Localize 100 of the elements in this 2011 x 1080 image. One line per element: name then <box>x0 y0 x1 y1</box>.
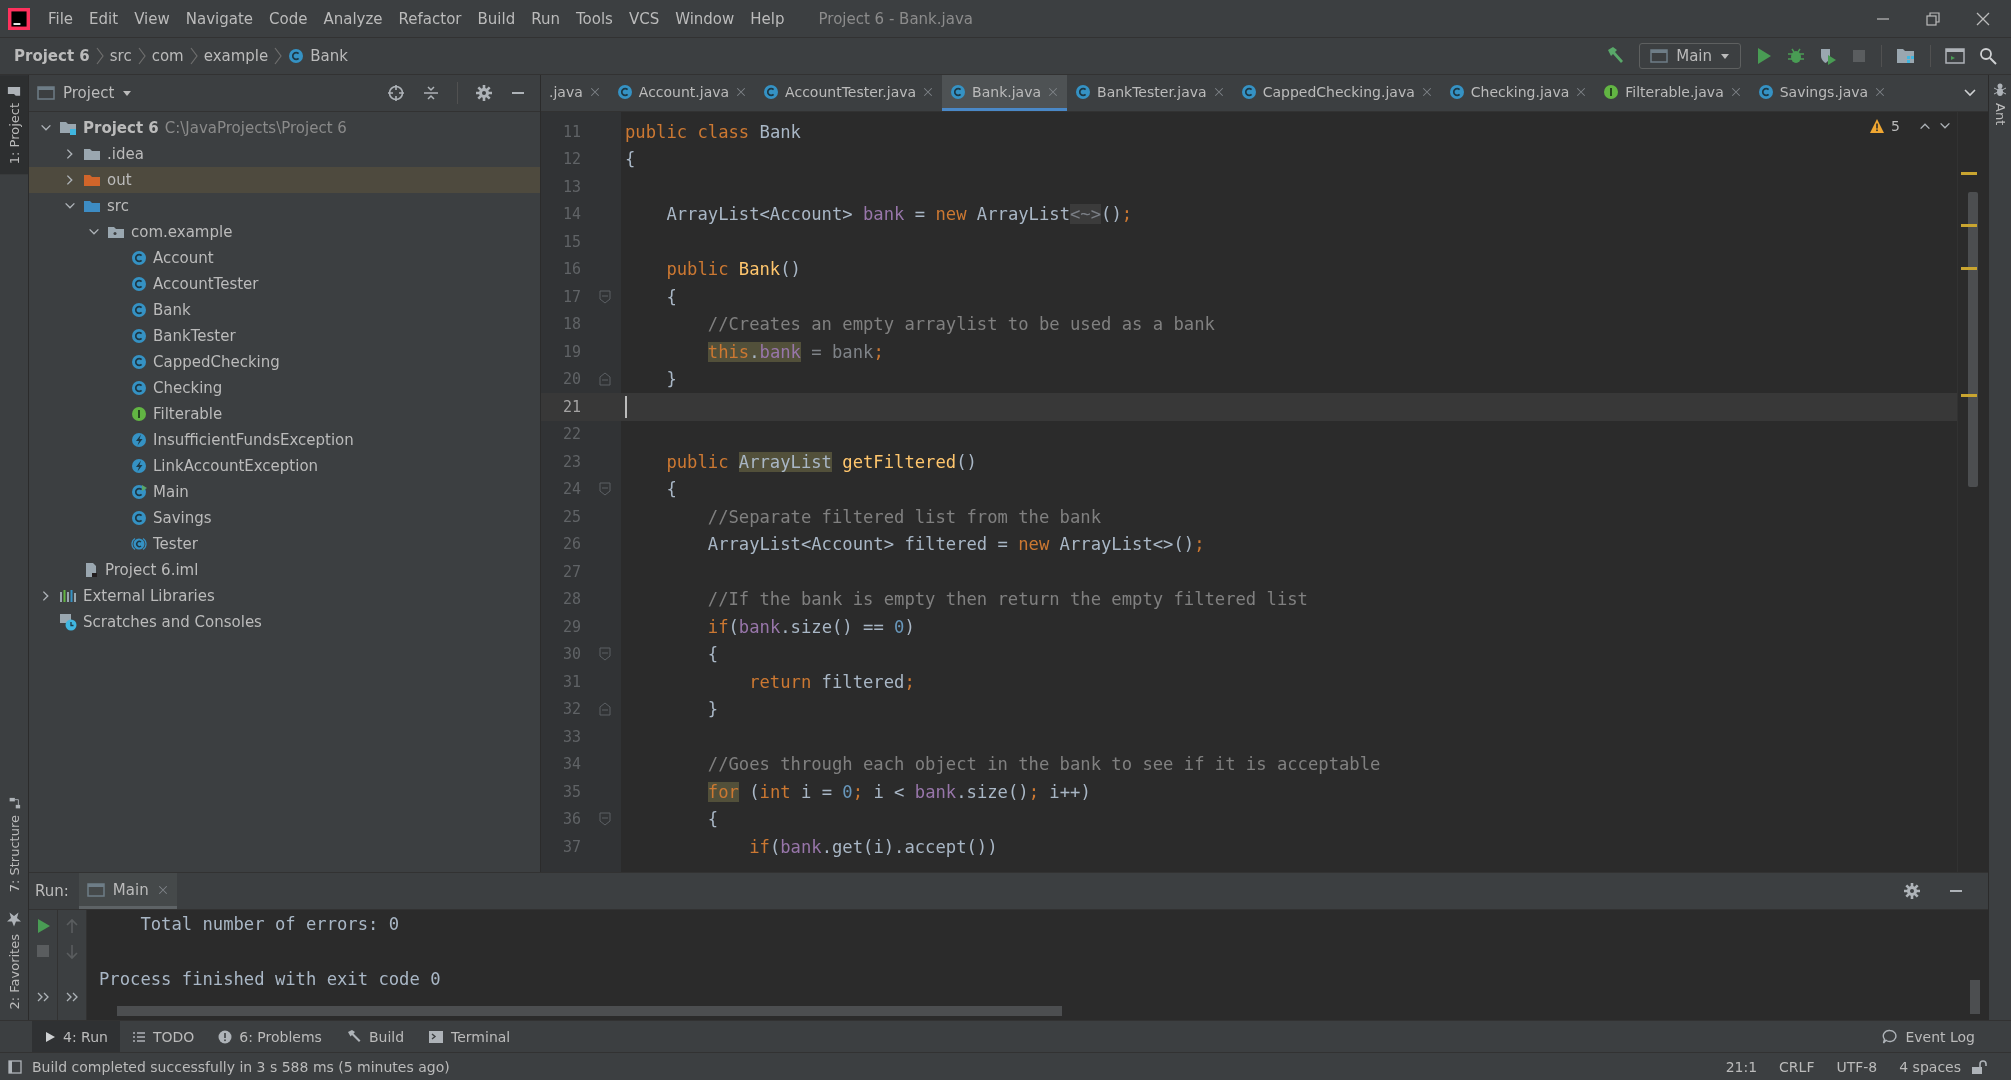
close-tab-icon[interactable] <box>1047 85 1060 98</box>
run-icon[interactable] <box>1755 47 1773 65</box>
tree-row[interactable]: CappedChecking <box>29 349 540 375</box>
event-log-button[interactable]: Event Log <box>1870 1021 1987 1052</box>
menu-item[interactable]: Help <box>742 9 793 28</box>
fold-marker-icon[interactable] <box>599 702 611 717</box>
tree-row[interactable]: LinkAccountException <box>29 453 540 479</box>
warning-icon[interactable] <box>1869 118 1886 134</box>
menu-item[interactable]: Run <box>523 9 568 28</box>
menu-item[interactable]: Code <box>261 9 316 28</box>
menu-item[interactable]: Analyze <box>315 9 391 28</box>
fold-marker-icon[interactable] <box>599 482 611 497</box>
run-configuration-dropdown[interactable]: Main <box>1639 43 1741 69</box>
tool-window-tab[interactable]: 4: Run <box>32 1021 120 1052</box>
debug-icon[interactable] <box>1787 47 1805 65</box>
tree-row[interactable]: com.example <box>29 219 540 245</box>
tree-row[interactable]: Scratches and Consoles <box>29 609 540 635</box>
close-tab-icon[interactable] <box>1874 85 1887 98</box>
warning-count[interactable]: 5 <box>1891 118 1900 134</box>
terminal-window-icon[interactable] <box>1945 47 1965 65</box>
scrollbar-thumb[interactable] <box>1968 192 1978 487</box>
tool-window-tab[interactable]: Terminal <box>416 1021 523 1052</box>
menu-item[interactable]: Navigate <box>177 9 262 28</box>
rerun-icon[interactable] <box>35 918 51 934</box>
tree-row[interactable]: Account <box>29 245 540 271</box>
lock-icon[interactable] <box>1971 1058 1987 1075</box>
tree-row[interactable]: AccountTester <box>29 271 540 297</box>
menu-item[interactable]: Build <box>469 9 524 28</box>
status-item[interactable]: 21:1 <box>1725 1058 1758 1075</box>
editor-tab[interactable]: Bank.java <box>942 75 1068 111</box>
tree-row[interactable]: Checking <box>29 375 540 401</box>
project-view-dropdown[interactable]: Project <box>37 84 133 102</box>
app-logo-icon[interactable] <box>8 7 30 30</box>
breadcrumb[interactable]: com <box>151 47 184 65</box>
breadcrumb[interactable]: Bank <box>310 47 348 65</box>
fold-marker-icon[interactable] <box>599 289 611 304</box>
status-item[interactable]: UTF-8 <box>1836 1058 1878 1075</box>
editor-tab[interactable]: Checking.java <box>1440 75 1596 111</box>
editor-tab[interactable]: CappedChecking.java <box>1232 75 1441 111</box>
status-item[interactable]: 4 spaces <box>1899 1058 1961 1075</box>
close-tab-icon[interactable] <box>1575 85 1588 98</box>
ant-icon[interactable] <box>1992 81 2008 97</box>
breadcrumb[interactable]: example <box>203 47 269 65</box>
fold-marker-icon[interactable] <box>599 647 611 662</box>
fold-marker-icon[interactable] <box>599 812 611 827</box>
close-tab-icon[interactable] <box>922 85 935 98</box>
run-tab[interactable]: Main <box>78 873 177 909</box>
restore-icon[interactable] <box>1925 10 1941 27</box>
menu-item[interactable]: Edit <box>81 9 127 28</box>
tree-row[interactable]: .idea <box>29 141 540 167</box>
scrollbar-thumb[interactable] <box>117 1006 1062 1016</box>
status-item[interactable]: CRLF <box>1779 1058 1815 1075</box>
menu-item[interactable]: VCS <box>620 9 668 28</box>
menu-item[interactable]: Refactor <box>390 9 470 28</box>
tree-row[interactable]: Filterable <box>29 401 540 427</box>
close-tab-icon[interactable] <box>1420 85 1433 98</box>
more-icon[interactable] <box>36 990 50 1004</box>
close-tab-icon[interactable] <box>1729 85 1742 98</box>
tree-row[interactable]: Savings <box>29 505 540 531</box>
collapse-all-icon[interactable] <box>423 85 439 101</box>
editor-tab[interactable]: Account.java <box>608 75 756 111</box>
tool-window-tab[interactable]: 6: Problems <box>206 1021 334 1052</box>
hammer-icon[interactable] <box>1605 46 1626 66</box>
tool-window-tab[interactable]: TODO <box>119 1021 207 1052</box>
tree-row[interactable]: Bank <box>29 297 540 323</box>
tree-row[interactable]: External Libraries <box>29 583 540 609</box>
search-icon[interactable] <box>1979 47 1997 65</box>
close-tab-icon[interactable] <box>588 85 601 98</box>
editor-tab[interactable]: AccountTester.java <box>755 75 943 111</box>
close-tab-icon[interactable] <box>735 85 748 98</box>
close-icon[interactable] <box>1975 10 1991 27</box>
close-tab-icon[interactable] <box>1212 85 1225 98</box>
menu-item[interactable]: File <box>40 9 82 28</box>
tree-row[interactable]: InsufficientFundsException <box>29 427 540 453</box>
editor-tab[interactable]: Savings.java <box>1749 75 1895 111</box>
editor-tab[interactable]: BankTester.java <box>1067 75 1233 111</box>
toggle-panel-icon[interactable] <box>8 1059 22 1074</box>
close-tab-icon[interactable] <box>156 883 169 896</box>
fold-marker-icon[interactable] <box>599 372 611 387</box>
tree-row[interactable]: src <box>29 193 540 219</box>
project-structure-icon[interactable] <box>1896 47 1916 65</box>
tool-window-button[interactable]: 7: Structure <box>0 785 28 903</box>
breadcrumb[interactable]: Project 6 <box>14 47 90 65</box>
coverage-icon[interactable] <box>1819 47 1837 65</box>
tool-window-tab[interactable]: Build <box>333 1021 417 1052</box>
tree-row[interactable]: out <box>29 167 540 193</box>
scrollbar-thumb[interactable] <box>1970 980 1980 1014</box>
tool-window-button[interactable]: 1: Project <box>0 75 28 175</box>
tool-window-button[interactable]: 2: Favorites <box>0 902 28 1020</box>
menu-item[interactable]: Tools <box>567 9 621 28</box>
editor-tab[interactable]: Filterable.java <box>1595 75 1750 111</box>
settings-icon[interactable] <box>1904 883 1920 899</box>
editor-tab[interactable]: .java <box>541 75 609 111</box>
menu-item[interactable]: View <box>126 9 178 28</box>
locate-icon[interactable] <box>387 84 405 102</box>
menu-item[interactable]: Window <box>667 9 743 28</box>
more-icon[interactable] <box>65 990 79 1004</box>
tree-row[interactable]: Project 6 C:\JavaProjects\Project 6 <box>29 115 540 141</box>
tree-row[interactable]: Tester <box>29 531 540 557</box>
tree-row[interactable]: Project 6.iml <box>29 557 540 583</box>
